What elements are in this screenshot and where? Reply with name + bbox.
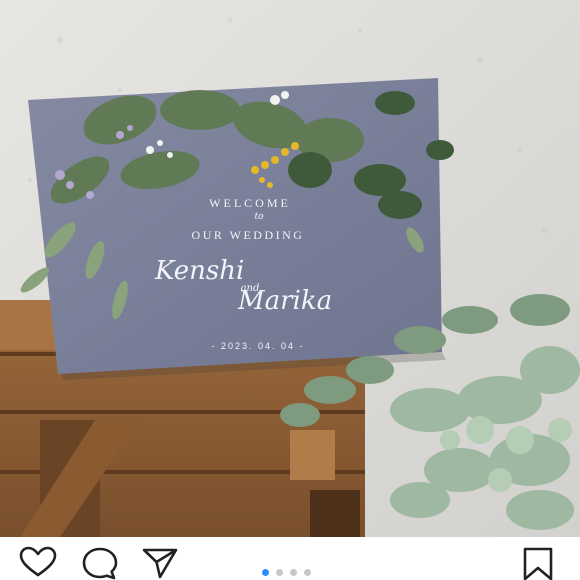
bookmark-icon[interactable] (518, 546, 558, 580)
carousel-dot[interactable] (276, 569, 283, 576)
carousel-dot[interactable] (290, 569, 297, 576)
photo-scene (0, 0, 580, 537)
sign-welcome-text: WELCOME (209, 196, 291, 210)
carousel-indicator[interactable] (262, 569, 311, 576)
carousel-dot[interactable] (304, 569, 311, 576)
sign-our-wedding-text: OUR WEDDING (191, 228, 305, 242)
comment-icon[interactable] (80, 546, 120, 580)
sign-to-text: to (254, 212, 264, 222)
sign-bride-name: Marika (238, 286, 333, 316)
carousel-dot-active[interactable] (262, 569, 269, 576)
sign-groom-name: Kenshi (155, 256, 245, 286)
heart-icon[interactable] (18, 546, 58, 580)
post-photo[interactable]: WELCOME to OUR WEDDING Kenshi and Marika… (0, 0, 580, 537)
send-icon[interactable] (140, 546, 180, 580)
sign-date: - 2023. 04. 04 - (211, 341, 305, 351)
